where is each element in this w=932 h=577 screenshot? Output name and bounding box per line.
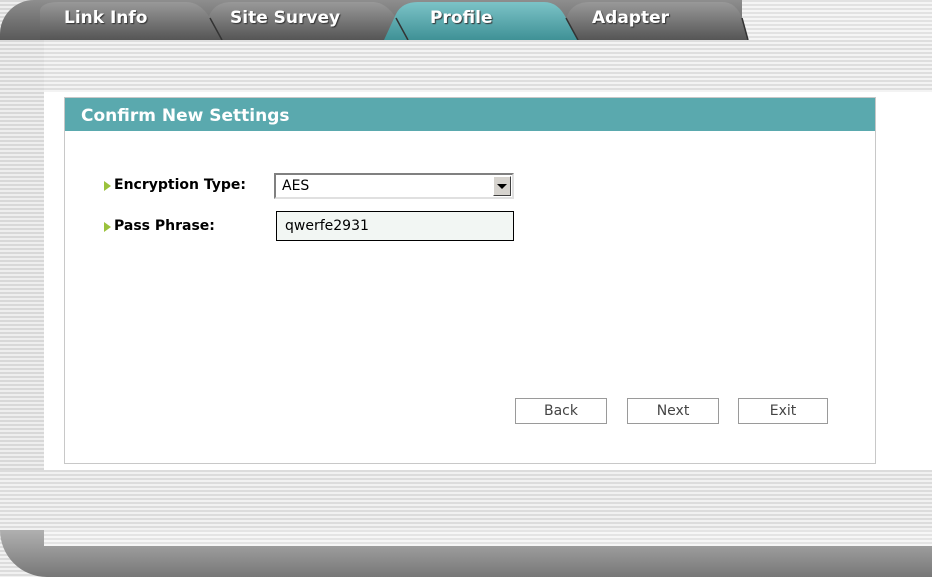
tab-link-info[interactable]: Link Info — [64, 0, 204, 40]
bullet-arrow-icon — [104, 222, 111, 232]
encryption-type-select[interactable]: AES — [274, 173, 514, 199]
tab-adapter[interactable]: Adapter — [592, 0, 732, 40]
exit-button[interactable]: Exit — [738, 398, 828, 424]
pass-phrase-input[interactable]: qwerfe2931 — [276, 211, 514, 241]
tab-site-survey[interactable]: Site Survey — [230, 0, 390, 40]
tab-profile[interactable]: Profile — [430, 0, 560, 40]
encryption-type-value: AES — [282, 178, 310, 194]
dropdown-button[interactable] — [493, 176, 511, 196]
bottom-bar-stripes — [44, 530, 932, 546]
next-button[interactable]: Next — [627, 398, 719, 424]
bullet-arrow-icon — [104, 181, 111, 191]
app-window: Link Info Site Survey Profile Adapter Co… — [0, 0, 932, 577]
pass-phrase-label: Pass Phrase: — [114, 218, 215, 234]
chevron-down-icon — [497, 184, 507, 189]
panel-title: Confirm New Settings — [65, 98, 875, 131]
encryption-type-label: Encryption Type: — [114, 177, 246, 193]
back-button[interactable]: Back — [515, 398, 607, 424]
